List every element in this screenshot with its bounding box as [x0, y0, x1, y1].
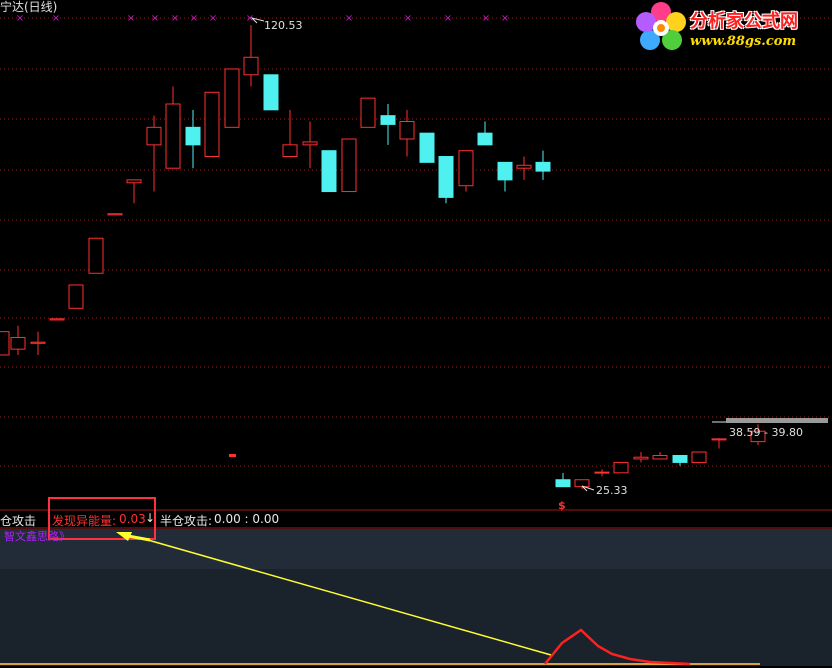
red-dash-mark	[229, 454, 236, 457]
stock-title: 宁达(日线)	[0, 0, 58, 14]
candle-body-up	[107, 213, 123, 216]
top-marker: ×	[52, 13, 60, 24]
candle-body-up	[652, 454, 668, 460]
candle-body-down	[438, 156, 454, 198]
candle-body-up	[0, 331, 10, 356]
high-price-label: 120.53	[264, 19, 303, 32]
candlestick-chart: × × × × × × × × × × × × ×	[0, 13, 832, 666]
candle-body-up	[613, 461, 629, 474]
indicator-header: 仓攻击 发现异能量: 0.03 ↓ 半仓攻击: 0.00 : 0.00	[0, 511, 832, 528]
candle-body-up	[633, 456, 649, 460]
chart-stage: × × × × × × × × × × × × × 宁达(日线) 120.53 25.33 38.59 …	[0, 0, 832, 668]
candle-body-up	[399, 120, 415, 140]
candle-body-down	[380, 115, 396, 125]
logo-name: 分析家公式网	[690, 11, 798, 32]
candle-body-up	[691, 451, 707, 463]
candle-body-up	[68, 284, 84, 309]
candles	[0, 17, 828, 492]
candle-body-up	[341, 138, 357, 193]
candle-body-up	[146, 126, 162, 146]
candle-body-up	[282, 144, 298, 158]
indicator-caption: 智文鑫思路》	[4, 530, 70, 543]
candle-body-up	[204, 91, 220, 158]
price-range-label: 38.59 - 39.80	[729, 426, 803, 439]
down-arrow-icon: ↓	[145, 511, 156, 525]
candle-body-down	[672, 454, 688, 463]
candle-body-up	[516, 164, 532, 169]
logo-url: www.88gs.com	[690, 34, 797, 49]
grid-lines	[0, 17, 832, 467]
top-marker: ×	[482, 13, 490, 24]
candle-body-down	[477, 132, 493, 146]
attack-label: 仓攻击	[0, 514, 37, 528]
candle-body-down	[555, 479, 571, 488]
candle-body-down	[185, 126, 201, 146]
top-marker: ×	[501, 13, 509, 24]
candle-body-down	[263, 74, 279, 111]
half-attack-value: 0.00 : 0.00	[214, 512, 280, 526]
top-marker: ×	[345, 13, 353, 24]
candle-body-up	[302, 141, 318, 146]
candle-body-down	[419, 132, 435, 163]
top-marker: ×	[171, 13, 179, 24]
top-markers: × × × × × × × × × × × × ×	[16, 13, 509, 24]
candle-body-down	[321, 150, 337, 193]
top-marker: ×	[127, 13, 135, 24]
candle-body-up	[458, 150, 474, 187]
energy-value: 0.03	[119, 512, 146, 526]
candle-body-up	[574, 479, 590, 488]
half-attack-label: 半仓攻击:	[160, 514, 213, 528]
candle-body-down	[497, 161, 513, 181]
candle-body-up	[49, 318, 65, 321]
energy-label: 发现异能量:	[52, 514, 117, 528]
top-marker: ×	[190, 13, 198, 24]
top-marker: ×	[404, 13, 412, 24]
top-marker: ×	[151, 13, 159, 24]
price-band	[726, 418, 828, 423]
candle-body-up	[243, 56, 259, 76]
top-marker: ×	[209, 13, 217, 24]
candle-body-up	[360, 97, 376, 128]
candle-body-up	[711, 438, 727, 441]
candle-body-up	[594, 471, 610, 474]
top-marker: ×	[16, 13, 24, 24]
candle-body-up	[224, 68, 240, 128]
candle-body-up	[126, 179, 142, 184]
candle-body-up	[30, 341, 46, 344]
candle-body-up	[10, 336, 26, 350]
candle-body-down	[535, 161, 551, 172]
flower-logo-icon	[636, 2, 686, 50]
candle-body-up	[165, 103, 181, 169]
candle-body-up	[88, 237, 104, 274]
top-marker: ×	[444, 13, 452, 24]
site-logo: 分析家公式网 www.88gs.com	[630, 0, 832, 52]
low-price-label: 25.33	[596, 484, 628, 497]
